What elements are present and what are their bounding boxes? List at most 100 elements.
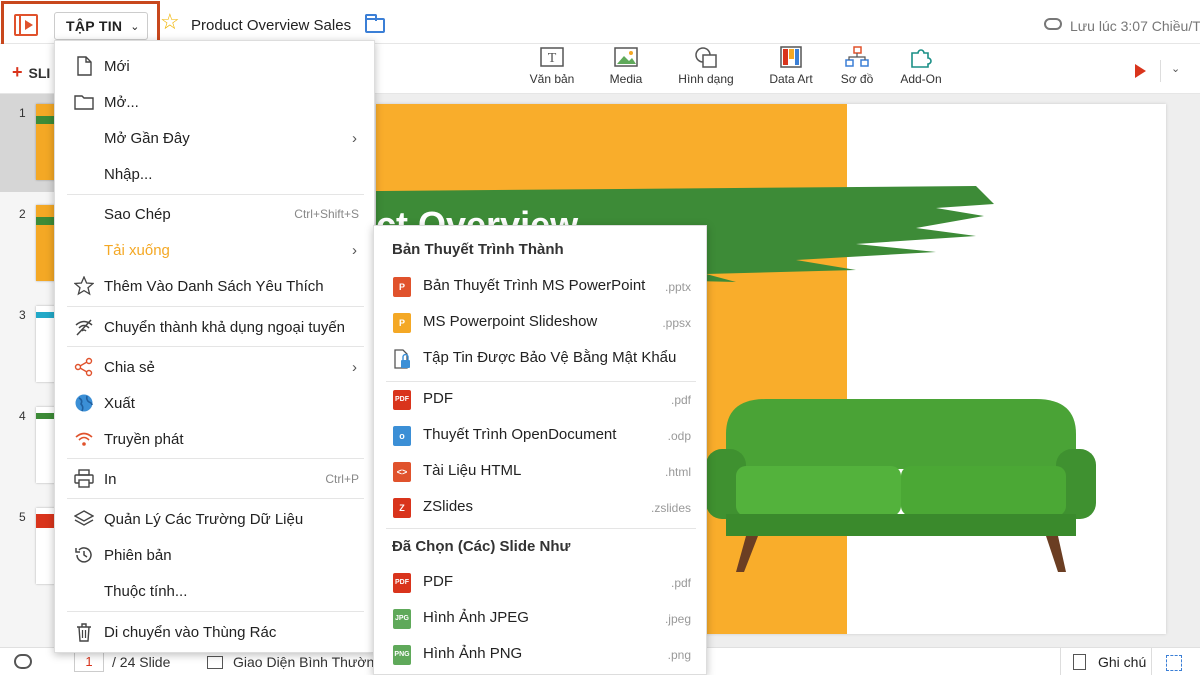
submenu-separator [386,528,696,529]
star-icon [74,276,94,296]
odp-file-icon: o [393,426,411,446]
download-submenu: Bản Thuyết Trình Thành P Bản Thuyết Trìn… [373,225,707,675]
current-slide-input[interactable]: 1 [74,652,104,672]
menu-item-share[interactable]: Chia sẻ › [55,349,376,385]
broadcast-icon [75,432,93,446]
pdf-file-icon: PDF [393,390,411,410]
plus-icon: + [12,62,23,82]
slide-thumbnail-row[interactable]: 4 [0,397,58,495]
zslides-file-icon: Z [393,498,411,518]
html-file-icon: <> [393,462,411,482]
diagram-icon [844,46,870,68]
tool-diagram[interactable]: Sơ đồ [837,44,877,86]
menu-separator [67,458,364,459]
file-menu-dropdown: Mới Mở... Mở Gần Đây › Nhập... Sao Chép … [54,40,375,653]
new-doc-icon [77,56,92,76]
menu-item-trash[interactable]: Di chuyển vào Thùng Rác [55,614,376,650]
slide-thumbnail-row[interactable]: 2 [0,195,58,293]
menu-separator [67,346,364,347]
tool-data-art[interactable]: Data Art [766,44,816,86]
print-icon [74,469,94,488]
menu-separator [67,194,364,195]
slide-thumbnail-row[interactable]: 3 [0,296,58,394]
globe-icon [75,394,93,412]
download-section-presentation: Bản Thuyết Trình Thành [392,241,564,258]
text-box-icon: T [539,46,565,68]
shape-icon [693,46,719,68]
slide-number: 3 [19,308,26,322]
menu-item-import[interactable]: Nhập... [55,156,376,192]
menu-item-properties[interactable]: Thuộc tính... [55,573,376,609]
tool-shape[interactable]: Hình dạng [676,44,736,86]
menu-item-data-fields[interactable]: Quản Lý Các Trường Dữ Liệu [55,501,376,537]
tool-media[interactable]: Media [604,44,648,86]
layers-icon [74,510,94,526]
slide-number: 1 [19,106,26,120]
slide-number: 5 [19,510,26,524]
png-file-icon: PNG [393,645,411,665]
trash-icon [77,623,91,642]
download-slides-png[interactable]: PNG Hình Ảnh PNG .png [374,637,708,673]
save-status: Lưu lúc 3:07 Chiều/T [1070,18,1200,34]
offline-icon [75,319,93,336]
slide-number: 2 [19,207,26,221]
chevron-right-icon: › [352,129,357,147]
download-password-protected[interactable]: Tập Tin Được Bảo Vệ Bằng Mật Khẩu [374,341,708,377]
tool-text[interactable]: T Văn bản [526,44,578,86]
menu-item-new[interactable]: Mới [55,48,376,84]
slide-thumbnail-row[interactable]: 1 [0,94,58,192]
slide-number: 4 [19,409,26,423]
new-slide-button[interactable]: + SLI [12,62,50,83]
download-pdf[interactable]: PDF PDF .pdf [374,382,708,418]
data-art-icon [778,46,804,68]
play-slideshow-icon[interactable] [1135,64,1146,78]
puzzle-icon [908,46,934,68]
notes-label: Ghi chú [1098,654,1147,670]
chevron-right-icon: › [352,241,357,259]
view-mode-label[interactable]: Giao Diện Bình Thường [233,654,382,670]
shortcut-label: Ctrl+P [325,472,359,486]
download-slides-jpeg[interactable]: JPG Hình Ảnh JPEG .jpeg [374,601,708,637]
menu-item-broadcast[interactable]: Truyền phát [55,421,376,457]
menu-item-version[interactable]: Phiên bản [55,537,376,573]
slide-thumbnails-panel: 1 2 3 4 5 [0,94,58,647]
menu-item-print[interactable]: In Ctrl+P [55,461,376,497]
menu-item-open[interactable]: Mở... [55,84,376,120]
top-bar: TẬP TIN ⌄ ☆ Product Overview Sales Lưu l… [0,0,1200,44]
download-slides-pdf[interactable]: PDF PDF .pdf [374,565,708,601]
play-options-chevron-icon[interactable]: ⌄ [1171,62,1180,75]
download-odp[interactable]: o Thuyết Trình OpenDocument .odp [374,418,708,454]
image-icon [613,46,639,68]
chat-icon[interactable] [14,654,32,669]
folder-open-icon [74,95,94,110]
menu-item-offline[interactable]: Chuyển thành khả dụng ngoại tuyến [55,309,376,345]
grid-layout-icon[interactable] [1166,655,1182,671]
download-section-selected-slides: Đã Chọn (Các) Slide Như [392,538,571,555]
tool-add-on[interactable]: Add-On [898,44,944,86]
notes-button[interactable]: Ghi chú [1060,648,1152,675]
normal-view-icon[interactable] [207,656,223,669]
menu-item-recent[interactable]: Mở Gần Đây › [55,120,376,156]
menu-item-favorite[interactable]: Thêm Vào Danh Sách Yêu Thích [55,268,376,304]
menu-item-publish[interactable]: Xuất [55,385,376,421]
slide-count: / 24 Slide [112,654,171,670]
folder-icon[interactable] [365,14,385,33]
notes-icon [1073,654,1086,670]
history-icon [75,547,92,563]
pptx-file-icon: P [393,277,411,297]
slide-thumbnail-row[interactable]: 5 [0,498,58,596]
chevron-right-icon: › [352,358,357,376]
pdf-file-icon: PDF [393,573,411,593]
ppsx-file-icon: P [393,313,411,333]
lock-file-icon [394,349,410,369]
toolbar-divider [1160,60,1161,82]
menu-item-download[interactable]: Tải xuống › [55,232,376,268]
jpeg-file-icon: JPG [393,609,411,629]
document-title[interactable]: Product Overview Sales [191,17,351,34]
download-zslides[interactable]: Z ZSlides .zslides [374,490,708,526]
menu-item-duplicate[interactable]: Sao Chép Ctrl+Shift+S [55,196,376,232]
download-pptx[interactable]: P Bản Thuyết Trình MS PowerPoint .pptx [374,269,708,305]
download-html[interactable]: <> Tài Liệu HTML .html [374,454,708,490]
download-ppsx[interactable]: P MS Powerpoint Slideshow .ppsx [374,305,708,341]
favorite-star-icon[interactable]: ☆ [160,11,180,33]
